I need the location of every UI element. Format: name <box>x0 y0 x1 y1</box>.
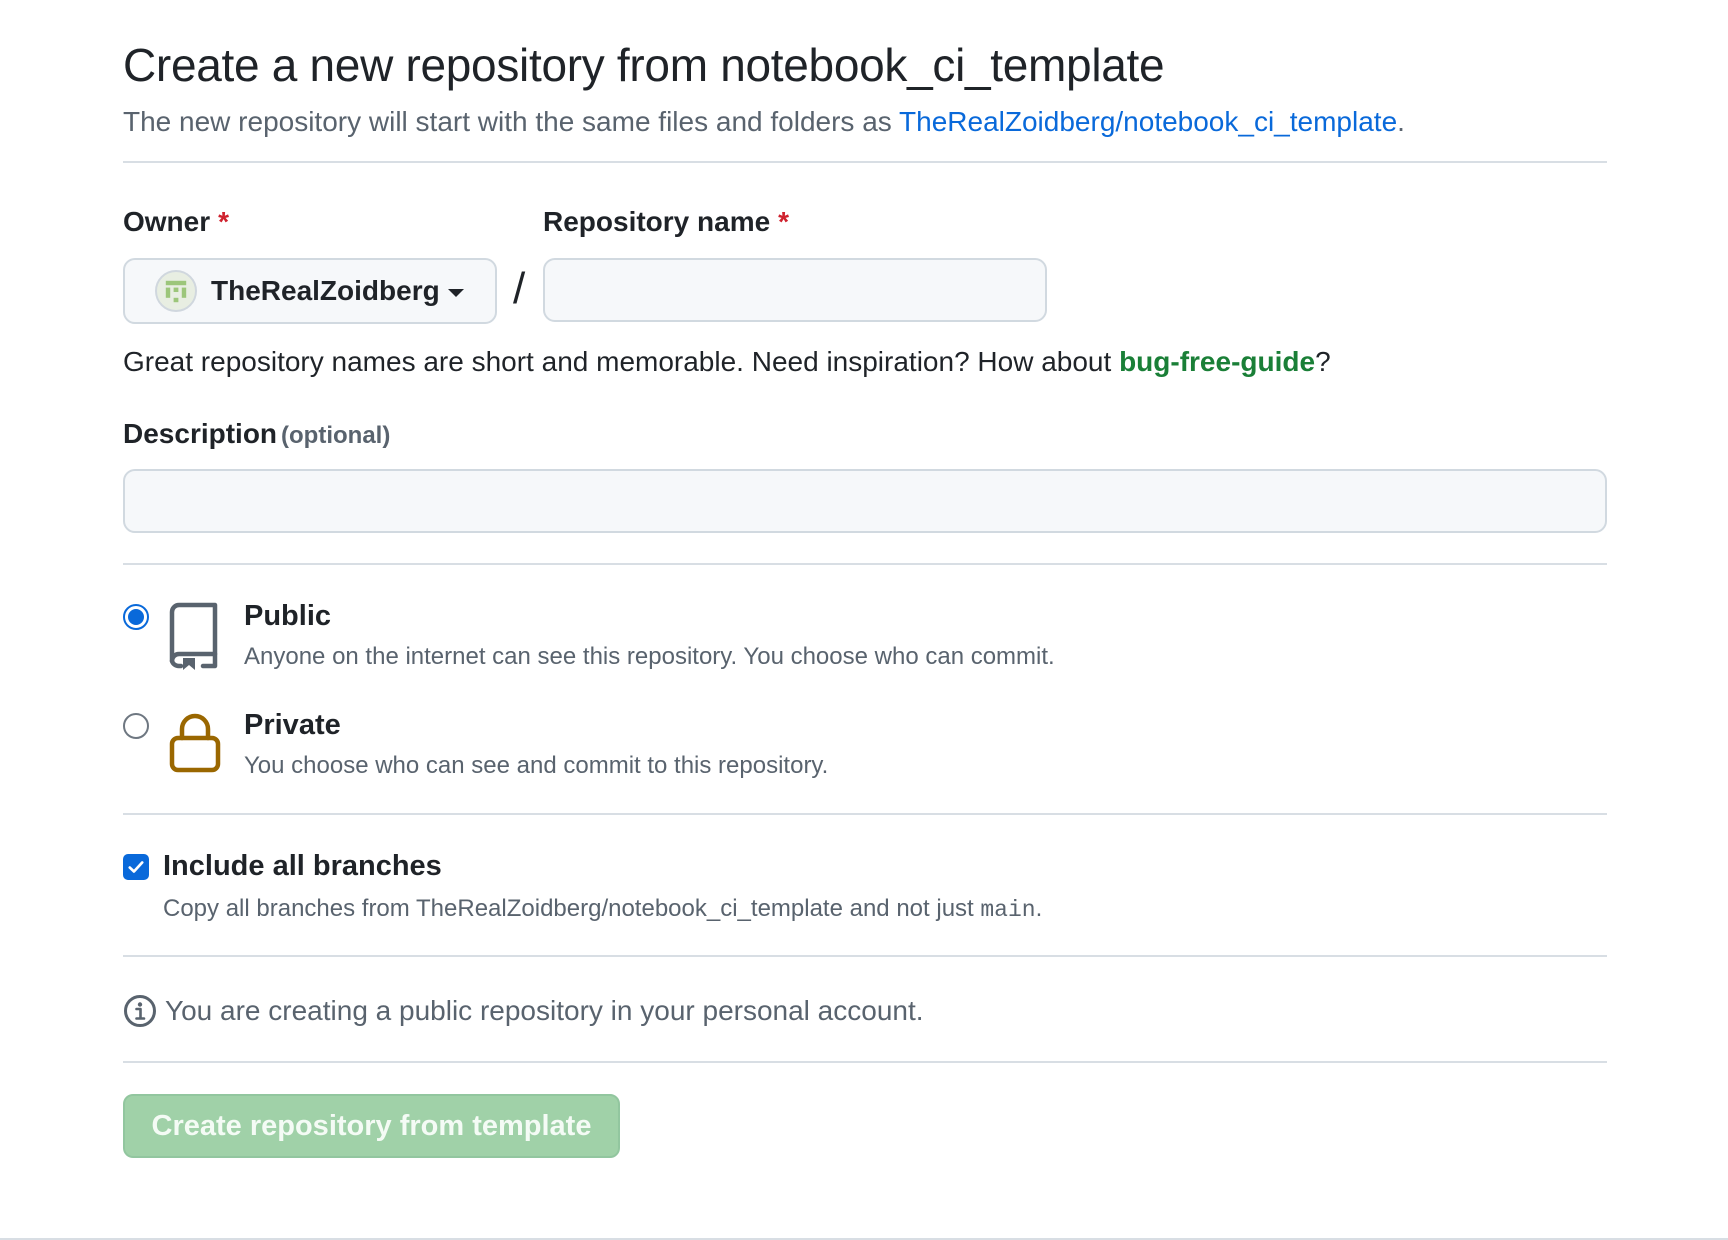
visibility-public-description: Anyone on the internet can see this repo… <box>244 643 1055 670</box>
info-text: You are creating a public repository in … <box>165 995 924 1026</box>
owner-repo-separator: / <box>513 264 526 313</box>
divider <box>123 563 1607 565</box>
hint-text: Great repository names are short and mem… <box>123 346 1120 377</box>
page-subtitle: The new repository will start with the s… <box>123 106 1405 138</box>
required-marker: * <box>218 206 230 237</box>
description-label-text: Description <box>123 418 278 449</box>
info-icon <box>124 995 156 1027</box>
avatar <box>155 270 197 312</box>
subtitle-text: The new repository will start with the s… <box>123 106 900 137</box>
name-suggestion-link[interactable]: bug-free-guide <box>1119 346 1315 377</box>
repo-book-icon <box>169 602 219 675</box>
description-label: Description (optional) <box>123 418 390 450</box>
owner-name: TheRealZoidberg <box>211 275 440 306</box>
visibility-public-title: Public <box>244 600 332 632</box>
include-branches-description: Copy all branches from TheRealZoidberg/n… <box>163 895 1042 923</box>
branch-name-code: main <box>980 897 1036 923</box>
hint-suffix: ? <box>1315 346 1331 377</box>
caret-down-icon <box>447 289 464 297</box>
branches-desc-text: Copy all branches from TheRealZoidberg/n… <box>163 895 981 922</box>
required-marker: * <box>778 206 790 237</box>
repo-name-input[interactable] <box>543 258 1047 322</box>
divider <box>123 1061 1607 1063</box>
identicon-avatar-icon <box>159 274 193 308</box>
visibility-public-radio[interactable] <box>123 604 149 630</box>
owner-label-text: Owner <box>123 206 211 237</box>
divider <box>123 955 1607 957</box>
visibility-private-radio[interactable] <box>123 713 149 739</box>
visibility-private-title: Private <box>244 709 341 741</box>
repo-name-label-text: Repository name <box>543 206 771 237</box>
checkmark-icon <box>128 861 144 873</box>
owner-label: Owner * <box>123 206 229 238</box>
visibility-private-description: You choose who can see and commit to thi… <box>244 752 829 779</box>
owner-select-button[interactable]: TheRealZoidberg <box>123 258 497 324</box>
optional-label: (optional) <box>281 422 391 449</box>
page-title: Create a new repository from notebook_ci… <box>123 39 1165 91</box>
template-repo-link[interactable]: TheRealZoidberg/notebook_ci_template <box>899 106 1397 137</box>
description-input[interactable] <box>123 469 1607 533</box>
include-branches-label: Include all branches <box>163 850 442 882</box>
subtitle-suffix: . <box>1397 106 1405 137</box>
divider <box>123 813 1607 815</box>
include-branches-checkbox[interactable] <box>123 854 149 880</box>
create-repository-button[interactable]: Create repository from template <box>123 1094 620 1158</box>
divider <box>123 161 1607 163</box>
visibility-info: You are creating a public repository in … <box>123 994 924 1028</box>
branches-desc-suffix: . <box>1035 895 1043 922</box>
lock-icon <box>169 713 221 778</box>
repo-name-hint: Great repository names are short and mem… <box>123 346 1331 378</box>
repo-name-label: Repository name * <box>543 206 789 238</box>
